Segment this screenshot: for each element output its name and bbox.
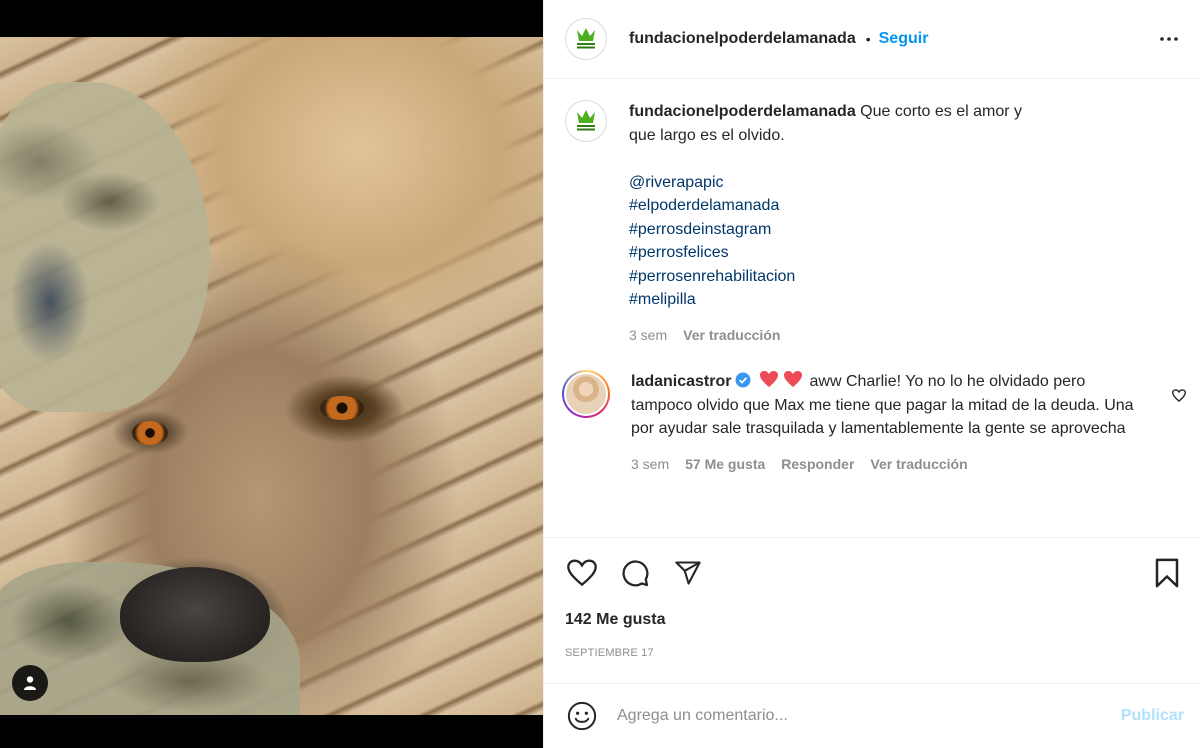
foundation-logo-icon xyxy=(570,105,602,137)
emoji-button[interactable] xyxy=(565,699,599,733)
comments-list[interactable]: fundacionelpoderdelamanada Que corto es … xyxy=(544,80,1200,536)
more-options-button[interactable] xyxy=(1154,24,1184,54)
caption-tag[interactable]: #perrosfelices xyxy=(629,241,1049,265)
save-button[interactable] xyxy=(1150,556,1184,590)
post-media xyxy=(0,0,543,748)
more-horizontal-icon xyxy=(1160,37,1178,41)
comment-time[interactable]: 3 sem xyxy=(631,453,669,477)
post-header: fundacionelpoderdelamanada • Seguir xyxy=(544,0,1200,79)
commenter-avatar[interactable] xyxy=(562,370,610,418)
share-icon xyxy=(675,561,701,585)
heart-icon xyxy=(567,559,597,587)
heart-outline-icon xyxy=(1171,389,1187,403)
reply-button[interactable]: Responder xyxy=(781,453,854,477)
post-modal: fundacionelpoderdelamanada • Seguir fund… xyxy=(0,0,1200,748)
header-username[interactable]: fundacionelpoderdelamanada xyxy=(629,30,856,48)
caption: fundacionelpoderdelamanada Que corto es … xyxy=(565,100,1184,347)
comment: ladanicastror aww Charlie! Yo no lo he o… xyxy=(562,370,1184,476)
add-comment-bar: Publicar xyxy=(544,683,1200,748)
dog-eye-right xyxy=(320,396,364,420)
dog-eye-left xyxy=(132,421,168,445)
tagged-users-button[interactable] xyxy=(12,665,48,701)
publish-button[interactable]: Publicar xyxy=(1121,707,1184,725)
likes-count[interactable]: 142 Me gusta xyxy=(565,611,1184,629)
caption-translate-link[interactable]: Ver traducción xyxy=(683,324,780,348)
red-heart-icon xyxy=(784,371,803,387)
comment-input[interactable] xyxy=(617,707,1121,725)
comment-translate-link[interactable]: Ver traducción xyxy=(870,453,967,477)
comment-username[interactable]: ladanicastror xyxy=(631,373,731,390)
share-button[interactable] xyxy=(671,556,705,590)
post-actions: 142 Me gusta septiembre 17 xyxy=(544,537,1200,683)
caption-meta: 3 sem Ver traducción xyxy=(629,324,1049,348)
red-heart-icon xyxy=(760,371,779,387)
comment-icon xyxy=(622,560,649,587)
caption-tag[interactable]: #perrosenrehabilitacion xyxy=(629,265,1049,289)
person-icon xyxy=(24,676,36,690)
comment-meta: 3 sem 57 Me gusta Responder Ver traducci… xyxy=(631,453,1136,477)
blanket-top xyxy=(0,82,210,412)
caption-avatar[interactable] xyxy=(565,100,607,142)
dog-nose xyxy=(120,567,270,662)
comment-button[interactable] xyxy=(618,556,652,590)
caption-tag[interactable]: #perrosdeinstagram xyxy=(629,218,1049,242)
header-separator: • xyxy=(865,31,871,47)
post-date[interactable]: septiembre 17 xyxy=(565,647,1184,659)
account-avatar[interactable] xyxy=(565,18,607,60)
foundation-logo-icon xyxy=(570,23,602,55)
follow-button[interactable]: Seguir xyxy=(879,30,929,48)
caption-tag[interactable]: #elpoderdelamanada xyxy=(629,194,1049,218)
verified-badge-icon xyxy=(735,372,751,388)
caption-tag[interactable]: #melipilla xyxy=(629,288,1049,312)
comment-like-button[interactable] xyxy=(1171,389,1187,407)
caption-body: fundacionelpoderdelamanada Que corto es … xyxy=(629,100,1049,347)
comment-body: ladanicastror aww Charlie! Yo no lo he o… xyxy=(631,370,1136,476)
post-side-panel: fundacionelpoderdelamanada • Seguir fund… xyxy=(543,0,1200,748)
caption-username[interactable]: fundacionelpoderdelamanada xyxy=(629,103,856,120)
comment-likes[interactable]: 57 Me gusta xyxy=(685,453,765,477)
caption-time[interactable]: 3 sem xyxy=(629,324,667,348)
emoji-icon xyxy=(567,701,597,731)
action-icons xyxy=(565,538,1184,608)
bookmark-icon xyxy=(1155,558,1179,588)
like-button[interactable] xyxy=(565,556,599,590)
post-photo xyxy=(0,37,543,715)
caption-tag[interactable]: @riverapapic xyxy=(629,171,1049,195)
